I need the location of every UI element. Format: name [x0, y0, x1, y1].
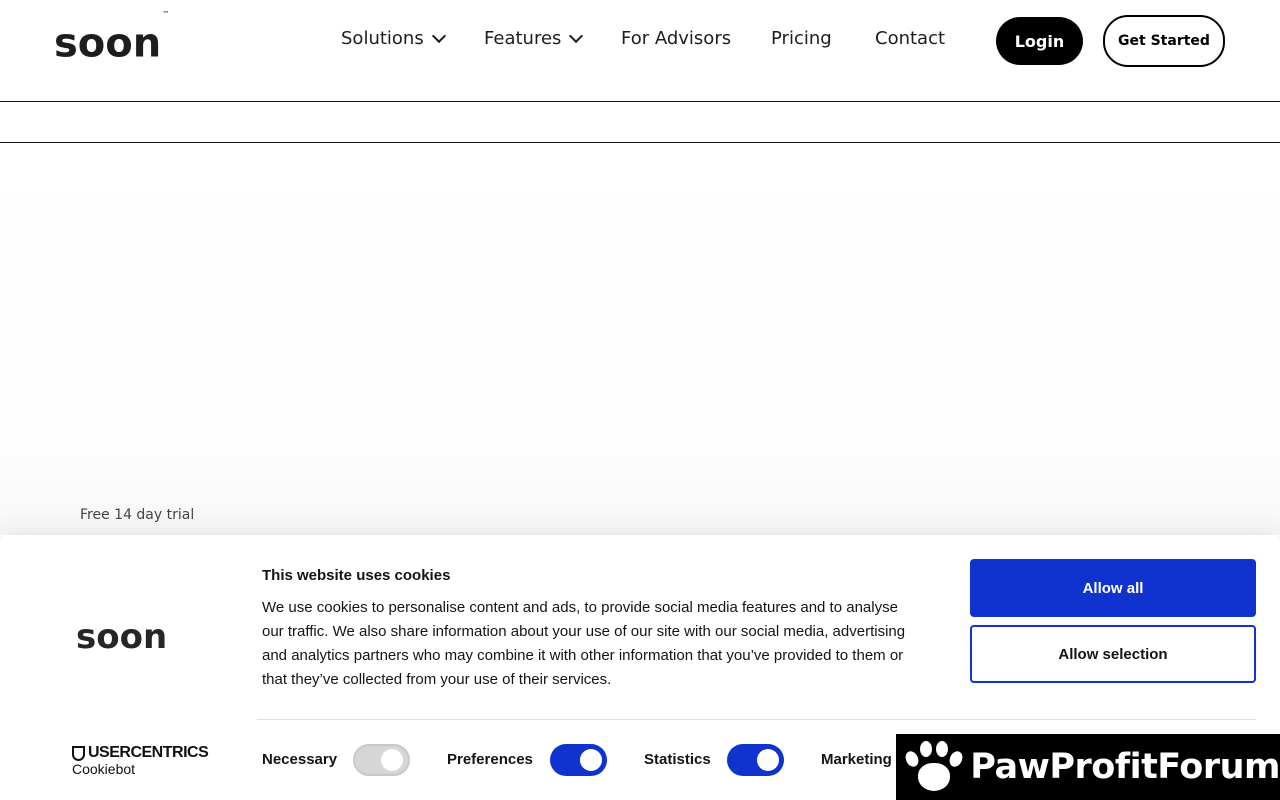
shield-icon: [72, 745, 85, 761]
soon-logo[interactable]: soon™: [54, 10, 169, 67]
cookie-banner-logo: soon: [76, 617, 168, 657]
provider-name: USERCENTRICS: [88, 744, 209, 761]
usercentrics-cookiebot-logo[interactable]: USERCENTRICS Cookiebot: [72, 744, 209, 777]
watermark-text: PawProfitForum: [970, 747, 1280, 787]
nav-contact[interactable]: Contact: [875, 28, 945, 49]
cookie-description: We use cookies to personalise content an…: [262, 599, 906, 688]
nav-features-label: Features: [484, 28, 562, 49]
toggle-label-preferences: Preferences: [447, 751, 533, 768]
nav-contact-label: Contact: [875, 28, 946, 49]
statistics-toggle[interactable]: [727, 744, 784, 776]
watermark-banner: PawProfitForum: [896, 734, 1280, 800]
logo-trademark: ™: [162, 10, 170, 18]
login-button[interactable]: Login: [996, 17, 1083, 65]
free-trial-text: Free 14 day trial: [80, 507, 195, 523]
paw-icon: [903, 737, 965, 797]
necessary-toggle: [353, 744, 410, 776]
logo-text: soon: [54, 20, 162, 67]
get-started-button[interactable]: Get Started: [1103, 15, 1225, 67]
allow-selection-button[interactable]: Allow selection: [970, 625, 1256, 683]
chevron-down-icon: [569, 28, 584, 43]
toggle-label-marketing: Marketing: [821, 751, 892, 768]
cookie-title: This website uses cookies: [262, 567, 451, 584]
provider-subname: Cookiebot: [72, 761, 136, 777]
allow-all-button[interactable]: Allow all: [970, 559, 1256, 617]
nav-for-advisors[interactable]: For Advisors: [621, 28, 731, 49]
toggle-knob: [381, 749, 403, 771]
nav-pricing-label: Pricing: [771, 28, 832, 49]
divider: [257, 719, 1256, 720]
site-header: soon™ Solutions Features For Advisors Pr…: [0, 0, 1280, 102]
nav-solutions[interactable]: Solutions: [341, 28, 446, 49]
toggle-label-necessary: Necessary: [262, 751, 338, 768]
nav-features[interactable]: Features: [484, 28, 584, 49]
hero-section: [0, 143, 1280, 535]
toggle-knob: [757, 749, 779, 771]
chevron-down-icon: [431, 28, 446, 43]
sub-navigation-bar: [0, 102, 1280, 143]
nav-for-advisors-label: For Advisors: [621, 28, 732, 49]
nav-pricing[interactable]: Pricing: [771, 28, 832, 49]
toggle-label-statistics: Statistics: [644, 751, 711, 768]
preferences-toggle[interactable]: [550, 744, 607, 776]
nav-solutions-label: Solutions: [341, 28, 424, 49]
toggle-knob: [580, 749, 602, 771]
